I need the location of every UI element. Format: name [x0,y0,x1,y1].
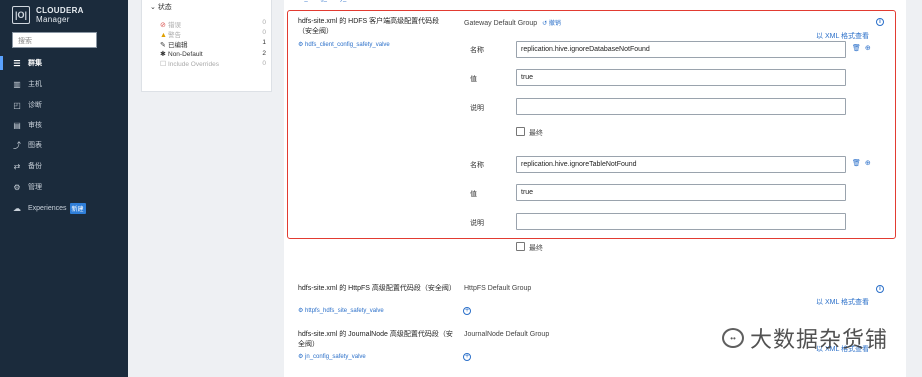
hdfs-client-link[interactable]: ⚙ hdfs_client_config_safety_valve [298,41,390,48]
cloud-icon: ☁ [13,203,21,213]
status-filter-panel: ⌄ 状态 ⊘ 错误 0 ▲警告 0 ✎ 已编辑 1 ✱ Non-Default 2 ☐… [141,0,272,92]
value-field[interactable]: true [516,69,846,86]
xml-view-link[interactable]: 以 XML 格式查看 [816,31,869,41]
final-checkbox[interactable] [516,127,525,136]
xml-view-link[interactable]: 以 XML 格式查看 [816,297,869,307]
warning-icon: ▲ [160,32,167,39]
info-icon[interactable]: i [876,18,884,26]
sidebar-item-label: Experiences [28,204,67,212]
host-icon: ▥ [13,79,21,89]
logo-line2: Manager [36,15,70,24]
filter-edited[interactable]: ✎ 已编辑 1 [160,39,266,49]
info-icon[interactable]: i [876,285,884,293]
hdfs-client-group: Gateway Default Group ↺ 撤销 [464,20,561,27]
cluster-icon: ☰ [13,58,21,68]
journalnode-link[interactable]: ⚙ jn_config_safety_valve [298,353,366,360]
logo-line1: CLOUDERA [36,6,84,15]
name-label: 名称 [470,47,484,54]
prev-property-link[interactable]: hs_config_safety_valve [298,0,360,2]
final-label: 最终 [529,245,543,252]
admin-icon: ⚙ [13,182,21,192]
filter-warning[interactable]: ▲警告 0 [160,29,266,39]
error-icon: ⊘ [160,22,166,29]
description-field[interactable] [516,98,846,115]
httpfs-title: hdfs-site.xml 的 HttpFS 高级配置代码段（安全阀） [298,285,456,292]
sidebar-item-label: 主机 [28,81,42,88]
delete-icon[interactable]: 🗑 [852,44,861,52]
sidebar-item-clusters[interactable]: ☰ 群集 [0,54,128,72]
description-label: 说明 [470,220,484,227]
asterisk-icon: ✱ [160,51,166,58]
filter-non-default[interactable]: ✱ Non-Default 2 [160,50,266,58]
sidebar-item-label: 诊断 [28,102,42,109]
new-badge: 新建 [69,202,86,214]
sidebar-item-admin[interactable]: ⚙ 管理 [0,178,128,196]
name-label: 名称 [470,162,484,169]
wechat-icon: •• [722,328,744,348]
sidebar-item-charts[interactable]: ⤴ 图表 [0,136,128,154]
watermark-text: 大数据杂货铺 [750,328,889,353]
logo-mark-icon: |O| [12,6,30,24]
httpfs-group: HttpFS Default Group [464,285,532,292]
cloudera-logo[interactable]: |O| CLOUDERA Manager [12,6,84,24]
watermark: •• 大数据杂货铺 [722,322,888,354]
httpfs-link[interactable]: ⚙ httpfs_hdfs_site_safety_valve [298,307,384,314]
journalnode-title: hdfs-site.xml 的 JournalNode 高级配置代码段（安全阀） [298,331,453,348]
delete-icon[interactable]: 🗑 [852,159,861,167]
filter-include-overrides[interactable]: ☐ Include Overrides 0 [160,60,266,68]
chart-icon: ⤴ [13,140,21,150]
final-label: 最终 [529,130,543,137]
value-label: 值 [470,191,477,198]
diagnostics-icon: ◰ [13,100,21,110]
sidebar-item-label: 群集 [28,60,42,67]
checkbox-icon: ☐ [160,61,167,68]
sidebar-item-label: 管理 [28,184,42,191]
add-icon[interactable]: + [463,353,471,361]
hdfs-client-title: hdfs-site.xml 的 HDFS 客户端高级配置代码段（安全阀） [298,18,440,35]
undo-button[interactable]: ↺ 撤销 [542,21,561,27]
sidebar-item-label: 备份 [28,163,42,170]
add-icon[interactable]: ⊕ [865,159,871,167]
journalnode-group: JournalNode Default Group [464,331,550,338]
sidebar-item-audit[interactable]: ▤ 审核 [0,116,128,134]
sidebar-item-label: 图表 [28,142,42,149]
final-checkbox[interactable] [516,242,525,251]
sidebar: |O| CLOUDERA Manager 搜索 ☰ 群集 ▥ 主机 ◰ 诊断 ▤… [0,0,128,377]
description-field[interactable] [516,213,846,230]
status-filter-header[interactable]: ⌄ 状态 [150,2,172,12]
sidebar-item-label: 审核 [28,122,42,129]
name-field[interactable]: replication.hive.ignoreDatabaseNotFound [516,41,846,58]
audit-icon: ▤ [13,120,21,130]
search-input[interactable]: 搜索 [12,32,97,48]
value-field[interactable]: true [516,184,846,201]
value-label: 值 [470,76,477,83]
sidebar-item-experiences[interactable]: ☁ Experiences 新建 [0,199,128,217]
description-label: 说明 [470,105,484,112]
sidebar-item-hosts[interactable]: ▥ 主机 [0,75,128,93]
add-icon[interactable]: + [463,307,471,315]
sidebar-item-backup[interactable]: ⇄ 备份 [0,157,128,175]
name-field[interactable]: replication.hive.ignoreTableNotFound [516,156,846,173]
backup-icon: ⇄ [13,161,21,171]
edit-icon: ✎ [160,42,166,49]
filter-error[interactable]: ⊘ 错误 0 [160,19,266,29]
add-icon[interactable]: ⊕ [865,44,871,52]
sidebar-item-diagnostics[interactable]: ◰ 诊断 [0,96,128,114]
